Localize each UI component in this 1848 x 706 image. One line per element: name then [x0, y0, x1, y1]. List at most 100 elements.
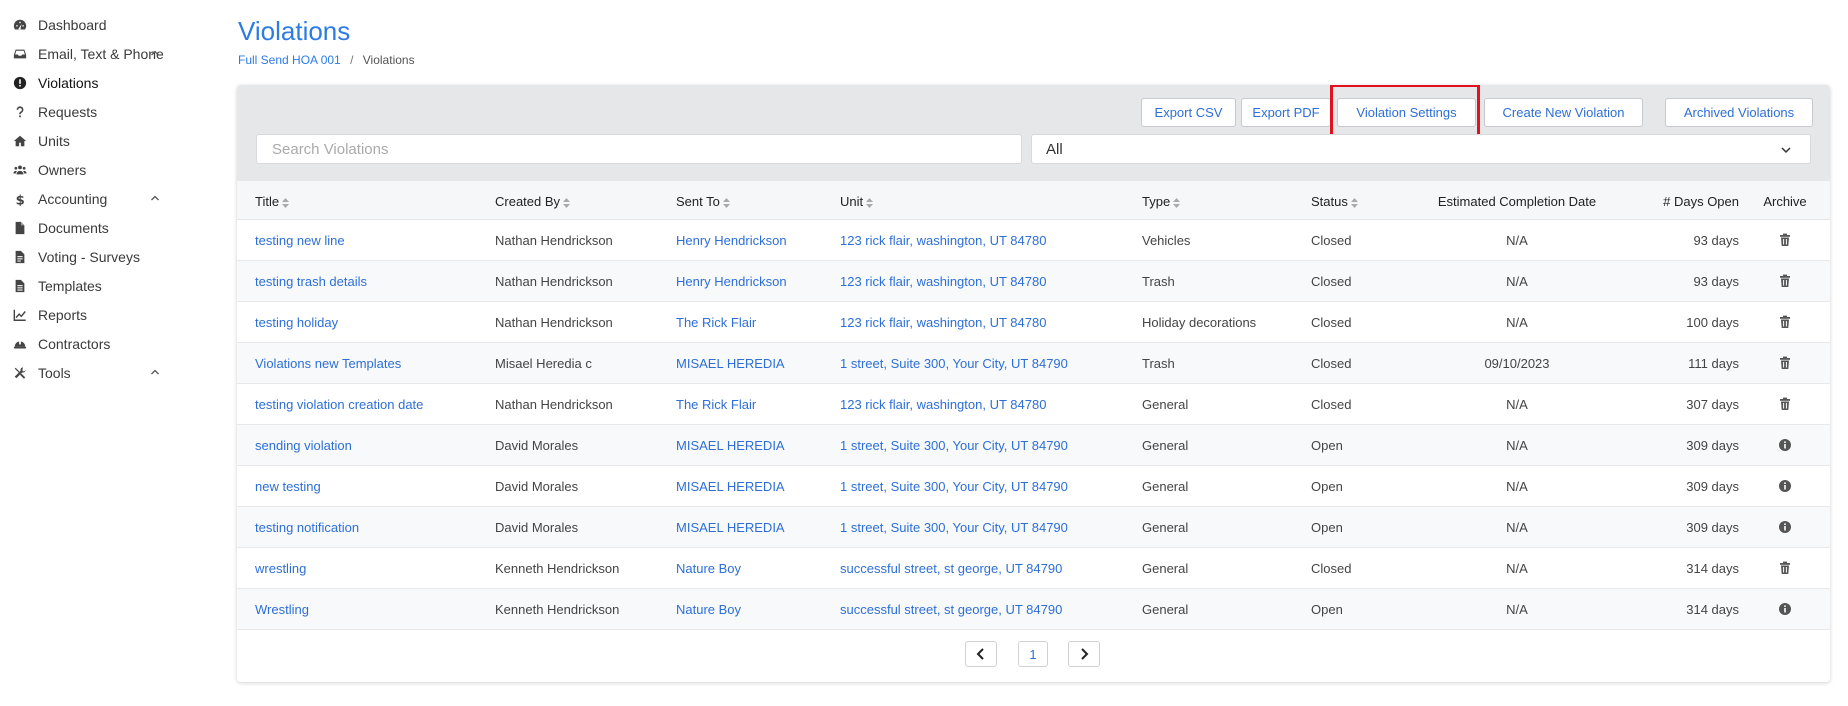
table-row[interactable]: testing holiday Nathan Hendrickson The Ric…: [237, 302, 1830, 343]
column-header-sent-to[interactable]: Sent To: [676, 194, 730, 209]
table-row[interactable]: Wrestling Kenneth Hendrickson Nature Boy su…: [237, 589, 1830, 630]
cell-created-by: Nathan Hendrickson: [495, 233, 613, 248]
cell-unit[interactable]: 1 street, Suite 300, Your City, UT 84790: [840, 438, 1068, 453]
sidebar-item-accounting[interactable]: $ Accounting: [0, 184, 200, 213]
cell-unit[interactable]: 1 street, Suite 300, Your City, UT 84790: [840, 520, 1068, 535]
archived-violations-button[interactable]: Archived Violations: [1665, 98, 1813, 127]
sidebar-item-contractors[interactable]: Contractors: [0, 329, 200, 358]
cell-sent-to[interactable]: MISAEL HEREDIA: [676, 356, 785, 371]
cell-title[interactable]: testing holiday: [255, 315, 338, 330]
sidebar-item-documents[interactable]: Documents: [0, 213, 200, 242]
column-header-status[interactable]: Status: [1311, 194, 1358, 209]
trash-icon[interactable]: [1778, 233, 1792, 247]
column-header-archive: Archive: [1763, 194, 1807, 209]
sidebar-item-voting-surveys[interactable]: Voting - Surveys: [0, 242, 200, 271]
cell-title[interactable]: testing trash details: [255, 274, 367, 289]
cell-sent-to[interactable]: Nature Boy: [676, 561, 741, 576]
info-icon[interactable]: [1778, 520, 1792, 534]
trash-icon[interactable]: [1778, 356, 1792, 370]
column-header-unit[interactable]: Unit: [840, 194, 874, 209]
trash-icon[interactable]: [1778, 397, 1792, 411]
cell-sent-to[interactable]: The Rick Flair: [676, 315, 756, 330]
cell-unit[interactable]: 123 rick flair, washington, UT 84780: [840, 315, 1046, 330]
cell-sent-to[interactable]: Nature Boy: [676, 602, 741, 617]
info-icon[interactable]: [1778, 479, 1792, 493]
cell-unit[interactable]: 123 rick flair, washington, UT 84780: [840, 274, 1046, 289]
cell-title[interactable]: testing notification: [255, 520, 359, 535]
table-row[interactable]: testing violation creation date Nathan He…: [237, 384, 1830, 425]
cell-sent-to[interactable]: MISAEL HEREDIA: [676, 479, 785, 494]
sidebar-item-requests[interactable]: Requests: [0, 97, 200, 126]
table-row[interactable]: wrestling Kenneth Hendrickson Nature Boy su…: [237, 548, 1830, 589]
sidebar-item-violations[interactable]: Violations: [0, 68, 200, 97]
cell-days-open: 307 days: [1686, 397, 1739, 412]
chevron-up-icon[interactable]: [150, 48, 160, 58]
cell-unit[interactable]: 1 street, Suite 300, Your City, UT 84790: [840, 479, 1068, 494]
cell-title[interactable]: testing violation creation date: [255, 397, 423, 412]
page-number-button[interactable]: 1: [1018, 641, 1048, 667]
cell-title[interactable]: testing new line: [255, 233, 345, 248]
cell-unit[interactable]: successful street, st george, UT 84790: [840, 561, 1062, 576]
export-csv-button[interactable]: Export CSV: [1141, 98, 1236, 127]
sort-icon: [866, 197, 874, 208]
table-row[interactable]: testing trash details Nathan Hendrickson H…: [237, 261, 1830, 302]
table-row[interactable]: new testing David Morales MISAEL HEREDIA 1 …: [237, 466, 1830, 507]
table-row[interactable]: Violations new Templates Misael Heredia c…: [237, 343, 1830, 384]
cell-days-open: 309 days: [1686, 479, 1739, 494]
sidebar-item-label: Dashboard: [38, 16, 107, 33]
sidebar-item-label: Violations: [38, 74, 99, 91]
sidebar-item-email-text-phone[interactable]: Email, Text & Phone: [0, 39, 200, 68]
cell-unit[interactable]: successful street, st george, UT 84790: [840, 602, 1062, 617]
info-icon[interactable]: [1778, 602, 1792, 616]
trash-icon[interactable]: [1778, 274, 1792, 288]
column-header-title[interactable]: Title: [255, 194, 290, 209]
info-icon[interactable]: [1778, 438, 1792, 452]
hard-hat-icon: [12, 336, 28, 352]
breadcrumb-parent-link[interactable]: Full Send HOA 001: [238, 53, 341, 67]
column-header-type[interactable]: Type: [1142, 194, 1181, 209]
cell-unit[interactable]: 123 rick flair, washington, UT 84780: [840, 233, 1046, 248]
cell-sent-to[interactable]: Henry Hendrickson: [676, 274, 787, 289]
violation-settings-button[interactable]: Violation Settings: [1337, 98, 1476, 127]
sidebar-item-templates[interactable]: Templates: [0, 271, 200, 300]
cell-days-open: 314 days: [1686, 602, 1739, 617]
cell-unit[interactable]: 1 street, Suite 300, Your City, UT 84790: [840, 356, 1068, 371]
column-header-label: Status: [1311, 194, 1348, 209]
cell-title[interactable]: wrestling: [255, 561, 306, 576]
search-input[interactable]: Search Violations: [256, 134, 1022, 164]
cell-title[interactable]: sending violation: [255, 438, 352, 453]
chevron-up-icon[interactable]: [150, 367, 160, 377]
sidebar-item-dashboard[interactable]: Dashboard: [0, 10, 200, 39]
sidebar-item-owners[interactable]: Owners: [0, 155, 200, 184]
status-filter-select[interactable]: All: [1031, 134, 1811, 164]
prev-page-button[interactable]: [965, 641, 997, 667]
cell-title[interactable]: Wrestling: [255, 602, 309, 617]
trash-icon[interactable]: [1778, 315, 1792, 329]
file-icon: [12, 220, 28, 236]
cell-title[interactable]: Violations new Templates: [255, 356, 401, 371]
toolbar: Export CSV Export PDF Violation Settings…: [237, 85, 1830, 181]
chevron-up-icon[interactable]: [150, 193, 160, 203]
cell-sent-to[interactable]: MISAEL HEREDIA: [676, 438, 785, 453]
column-header-created-by[interactable]: Created By: [495, 194, 571, 209]
export-pdf-button[interactable]: Export PDF: [1241, 98, 1331, 127]
cell-sent-to[interactable]: Henry Hendrickson: [676, 233, 787, 248]
sort-icon: [722, 197, 730, 208]
cell-sent-to[interactable]: MISAEL HEREDIA: [676, 520, 785, 535]
table-row[interactable]: testing new line Nathan Hendrickson Henry …: [237, 220, 1830, 261]
cell-sent-to[interactable]: The Rick Flair: [676, 397, 756, 412]
cell-created-by: David Morales: [495, 438, 579, 453]
next-page-button[interactable]: [1068, 641, 1100, 667]
sidebar-item-tools[interactable]: Tools: [0, 358, 200, 387]
create-new-violation-button[interactable]: Create New Violation: [1484, 98, 1643, 127]
cell-title[interactable]: new testing: [255, 479, 321, 494]
sidebar-item-reports[interactable]: Reports: [0, 300, 200, 329]
column-header-label: Created By: [495, 194, 561, 209]
table-row[interactable]: sending violation David Morales MISAEL HER…: [237, 425, 1830, 466]
cell-unit[interactable]: 123 rick flair, washington, UT 84780: [840, 397, 1046, 412]
question-icon: [12, 104, 28, 120]
dollar-icon: $: [12, 191, 28, 207]
table-row[interactable]: testing notification David Morales MISAEL …: [237, 507, 1830, 548]
trash-icon[interactable]: [1778, 561, 1792, 575]
sidebar-item-units[interactable]: Units: [0, 126, 200, 155]
